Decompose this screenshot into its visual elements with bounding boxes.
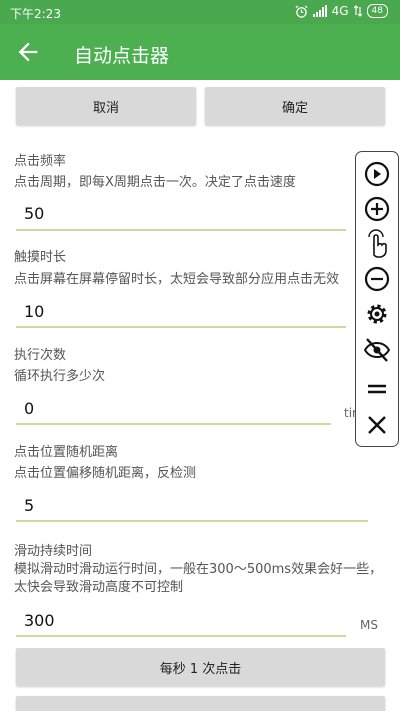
swipe-duration-title: 滑动持续时间 <box>14 544 93 559</box>
status-bar: 下午2:23 4G 48 <box>0 0 400 24</box>
touch-duration-title: 触摸时长 <box>14 250 67 265</box>
random-offset-underline <box>16 520 368 522</box>
random-offset-input[interactable]: 5 <box>24 496 34 515</box>
eye-off-icon[interactable] <box>362 335 392 365</box>
cancel-button[interactable]: 取消 <box>16 87 196 125</box>
play-icon[interactable] <box>362 159 392 189</box>
execution-count-title: 执行次数 <box>14 348 67 363</box>
execution-count-underline <box>16 423 331 425</box>
swipe-duration-description: 模拟滑动时滑动运行时间，一般在300～500ms效果会好一些，太快会导致滑动高度… <box>14 562 383 595</box>
touch-duration-input[interactable]: 10 <box>24 302 44 321</box>
gear-icon[interactable] <box>362 299 392 329</box>
zoom-out-icon[interactable] <box>362 264 392 294</box>
click-frequency-underline <box>16 229 346 231</box>
page-title: 自动点击器 <box>74 45 170 67</box>
touch-duration-description: 点击屏幕在屏幕停留时长，太短会导致部分应用点击无效 <box>14 272 340 287</box>
arrow-left-icon[interactable] <box>14 38 42 66</box>
execution-count-description: 循环执行多少次 <box>14 369 106 384</box>
drag-handle-icon[interactable] <box>362 374 392 404</box>
status-icons: 4G 48 <box>295 4 388 18</box>
click-frequency-title: 点击频率 <box>14 154 67 169</box>
clicks-per-second-button[interactable]: 每秒 1 次点击 <box>16 648 385 686</box>
network-type: 4G <box>331 4 349 18</box>
next-button-partial[interactable] <box>16 696 385 711</box>
click-frequency-input[interactable]: 50 <box>24 204 44 223</box>
alarm-icon <box>295 5 308 18</box>
random-offset-description: 点击位置偏移随机距离，反检测 <box>14 466 197 481</box>
swipe-duration-underline <box>16 635 346 637</box>
touch-duration-underline <box>16 326 346 328</box>
click-frequency-description: 点击周期，即每X周期点击一次。决定了点击速度 <box>14 175 296 190</box>
status-time: 下午2:23 <box>10 7 61 21</box>
random-offset-title: 点击位置随机距离 <box>14 445 119 460</box>
data-arrows-icon <box>353 5 362 17</box>
execution-count-input[interactable]: 0 <box>24 399 34 418</box>
tap-hand-icon[interactable] <box>362 229 392 259</box>
battery-indicator: 48 <box>366 4 388 18</box>
close-icon[interactable] <box>362 410 392 440</box>
swipe-duration-input[interactable]: 300 <box>24 611 55 630</box>
confirm-button[interactable]: 确定 <box>205 87 385 125</box>
zoom-in-icon[interactable] <box>362 194 392 224</box>
floating-toolbar[interactable] <box>355 151 399 447</box>
signal-icon <box>312 5 327 17</box>
app-bar: 自动点击器 <box>0 24 400 80</box>
swipe-duration-unit: MS <box>360 618 378 632</box>
